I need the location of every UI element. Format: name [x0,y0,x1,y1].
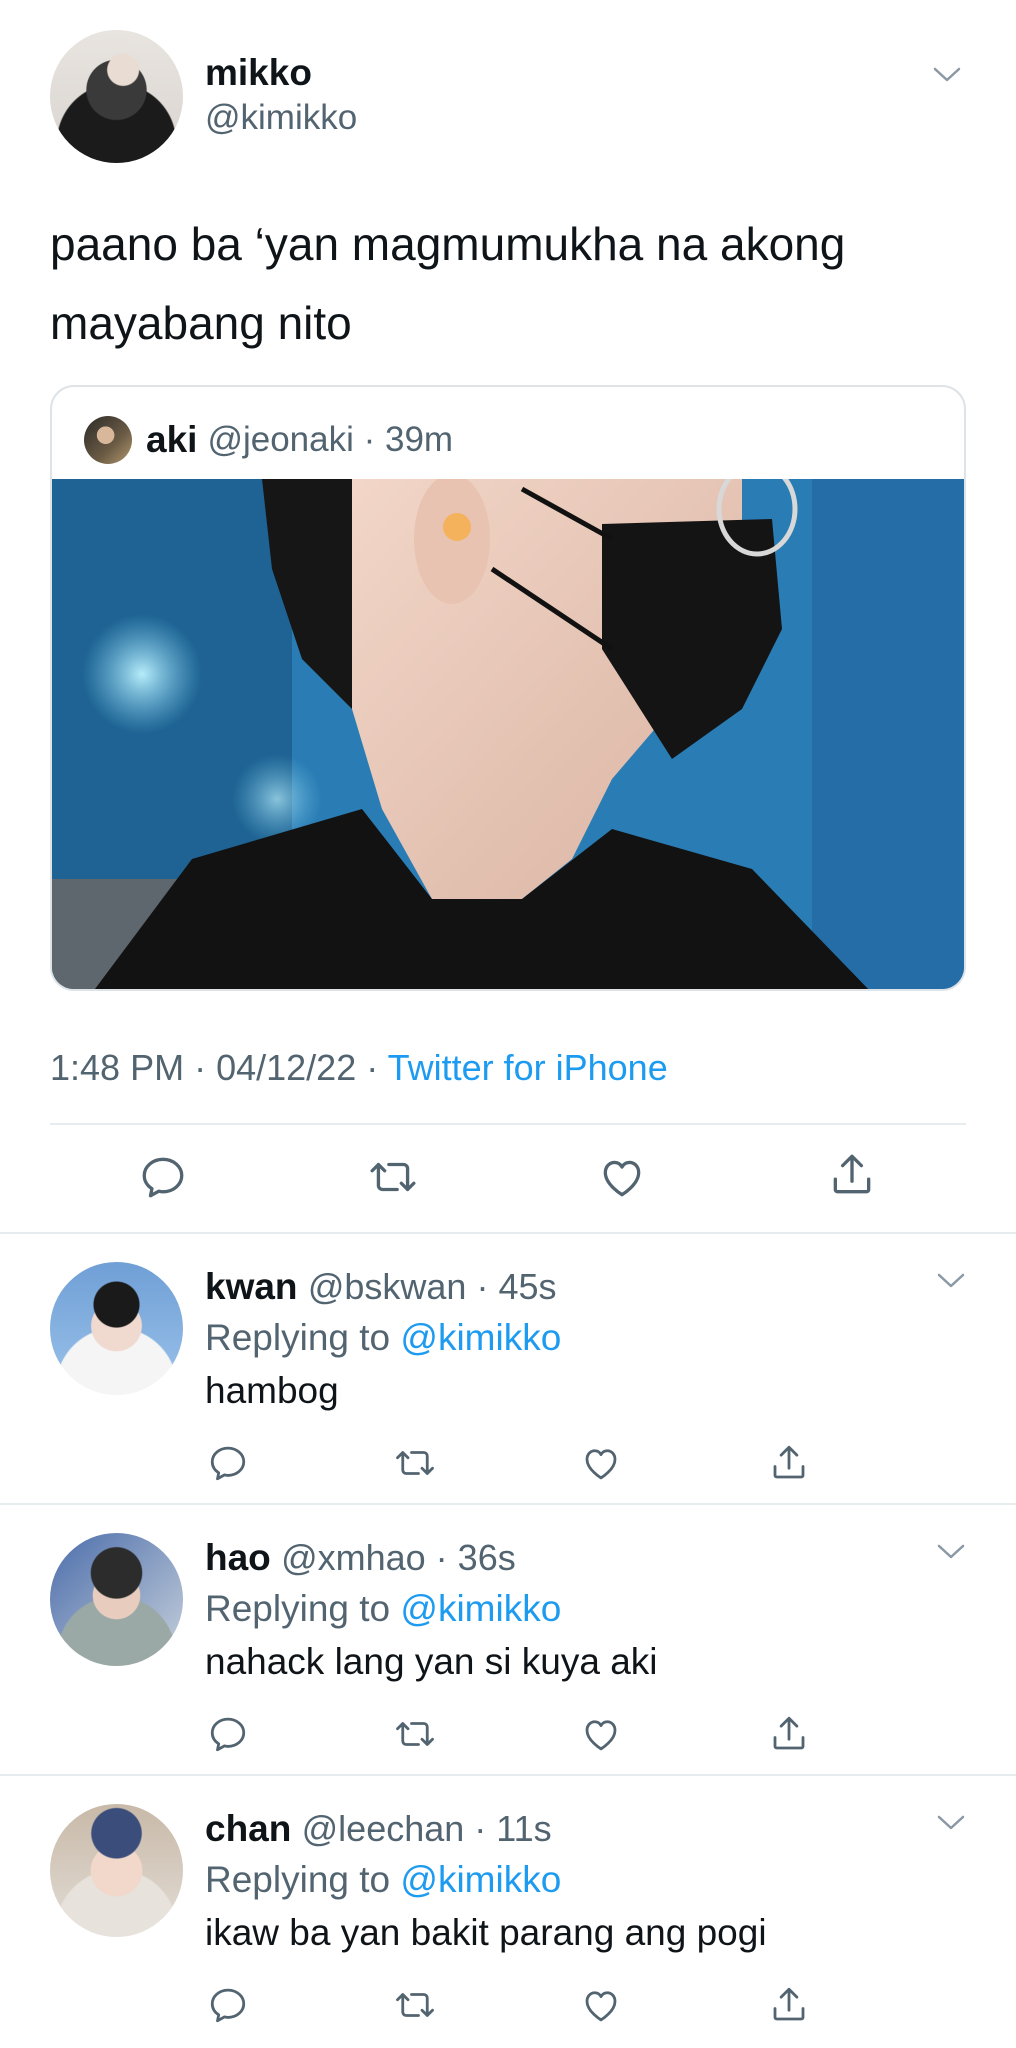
reply-tweet[interactable]: kwan @bskwan · 45s Replying to @kimikko … [0,1232,1016,1502]
reply-actions [0,1442,1016,1486]
reply-icon[interactable] [207,1713,249,1755]
reply-separator: · [464,1808,497,1849]
chevron-down-icon[interactable] [936,1808,966,1838]
meta-separator-1: · [194,1047,217,1088]
tweet-detail-page: mikko @kimikko paano ba ‘yan magmumukha … [0,0,1016,2048]
retweet-icon[interactable] [394,1713,436,1755]
divider [50,1123,966,1125]
reply-text: ikaw ba yan bakit parang ang pogi [205,1912,767,1953]
quoted-author-name: aki [146,419,198,460]
quoted-tweet-header: aki @jeonaki · 39m [84,415,453,465]
like-icon[interactable] [597,1152,647,1202]
replying-to-label: Replying to [205,1317,401,1358]
tweet-source-link[interactable]: Twitter for iPhone [388,1047,668,1088]
reply-separator: · [466,1266,499,1307]
reply-author-handle[interactable]: @xmhao [281,1537,426,1578]
replying-to-mention[interactable]: @kimikko [400,1859,561,1900]
reply-time: 36s [457,1537,516,1578]
share-icon[interactable] [827,1150,877,1200]
quoted-tweet-card[interactable]: aki @jeonaki · 39m [50,385,966,991]
reply-actions [0,1713,1016,1757]
chevron-down-icon[interactable] [936,1266,966,1296]
reply-avatar[interactable] [50,1533,183,1666]
main-tweet-actions [0,1148,1016,1208]
share-icon[interactable] [768,1984,810,2026]
reply-avatar[interactable] [50,1262,183,1395]
tweet-time: 1:48 PM [50,1047,185,1088]
retweet-icon[interactable] [394,1984,436,2026]
author-avatar[interactable] [50,30,183,163]
tweet-metadata: 1:48 PM · 04/12/22 · Twitter for iPhone [50,1047,668,1089]
replying-to-label: Replying to [205,1859,401,1900]
reply-author-handle[interactable]: @bskwan [308,1266,467,1307]
reply-author-line: hao @xmhao · 36s [205,1537,516,1579]
author-handle[interactable]: @kimikko [205,98,357,138]
retweet-icon[interactable] [368,1152,418,1202]
reply-icon[interactable] [207,1984,249,2026]
reply-author-name[interactable]: chan [205,1808,291,1849]
reply-tweet[interactable]: chan @leechan · 11s Replying to @kimikko… [0,1774,1016,2044]
reply-author-name[interactable]: hao [205,1537,271,1578]
like-icon[interactable] [580,1984,622,2026]
reply-tweet[interactable]: hao @xmhao · 36s Replying to @kimikko na… [0,1503,1016,1773]
reply-text: nahack lang yan si kuya aki [205,1641,658,1682]
replying-to-line: Replying to @kimikko [205,1317,561,1359]
chevron-down-icon[interactable] [936,1537,966,1567]
quoted-tweet-image[interactable] [52,479,964,989]
chevron-down-icon[interactable] [932,60,962,90]
reply-icon[interactable] [207,1442,249,1484]
quoted-separator: · [353,420,385,459]
reply-actions [0,1984,1016,2028]
replying-to-mention[interactable]: @kimikko [400,1588,561,1629]
replying-to-label: Replying to [205,1588,401,1629]
quoted-author-avatar [84,416,132,464]
author-name[interactable]: mikko [205,52,312,94]
reply-author-line: chan @leechan · 11s [205,1808,552,1850]
retweet-icon[interactable] [394,1442,436,1484]
share-icon[interactable] [768,1442,810,1484]
meta-separator-2: · [366,1047,388,1088]
reply-author-handle[interactable]: @leechan [302,1808,465,1849]
replying-to-mention[interactable]: @kimikko [400,1317,561,1358]
tweet-text: paano ba ‘yan magmumukha na akong mayaba… [50,218,846,349]
reply-author-line: kwan @bskwan · 45s [205,1266,556,1308]
quoted-author-handle: @jeonaki [207,420,354,459]
reply-time: 11s [496,1808,552,1849]
share-icon[interactable] [768,1713,810,1755]
reply-time: 45s [498,1266,557,1307]
reply-avatar[interactable] [50,1804,183,1937]
main-tweet-header: mikko @kimikko [50,30,980,165]
like-icon[interactable] [580,1442,622,1484]
reply-separator: · [425,1537,458,1578]
reply-author-name[interactable]: kwan [205,1266,298,1307]
replying-to-line: Replying to @kimikko [205,1588,561,1630]
like-icon[interactable] [580,1713,622,1755]
reply-icon[interactable] [138,1152,188,1202]
quoted-time: 39m [385,420,454,459]
reply-text: hambog [205,1370,339,1411]
replying-to-line: Replying to @kimikko [205,1859,561,1901]
tweet-date: 04/12/22 [216,1047,357,1088]
